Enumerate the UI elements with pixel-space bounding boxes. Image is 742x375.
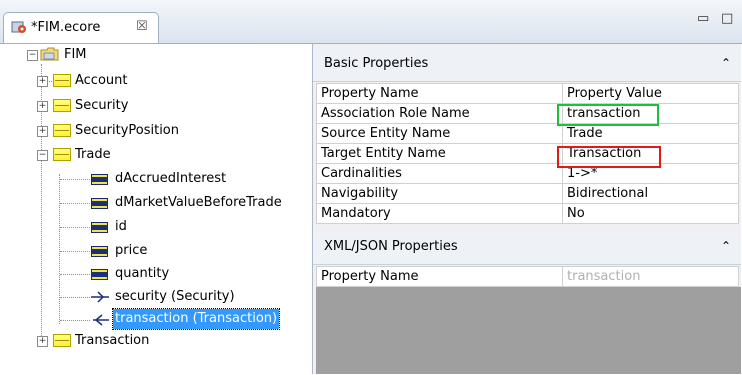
tree-item-label: security (Security) <box>115 289 235 304</box>
tree-item-transaction-reference[interactable]: transaction (Transaction) <box>0 308 305 331</box>
attribute-icon <box>91 222 108 233</box>
property-name: Navigability <box>316 183 563 204</box>
class-icon <box>53 148 71 161</box>
tree-item-daccruedinterest[interactable]: dAccruedInterest <box>0 168 305 190</box>
properties-panel: Basic Properties ⌃ Property Name Propert… <box>313 44 741 374</box>
ecore-tree: − FIM + Account + Security + SecurityPos… <box>0 44 312 374</box>
package-icon <box>40 47 59 61</box>
minimize-icon[interactable]: ▭ <box>697 11 709 26</box>
table-row[interactable]: Mandatory No <box>316 203 739 224</box>
tree-item-label: quantity <box>115 266 170 281</box>
attribute-icon <box>91 198 108 209</box>
collapse-toggle-icon[interactable]: − <box>27 50 38 61</box>
tree-item-securityposition[interactable]: + SecurityPosition <box>0 120 300 142</box>
basic-properties-table: Property Name Property Value Association… <box>316 83 739 224</box>
tree-item-label: price <box>115 243 148 258</box>
tree-item-label: dAccruedInterest <box>115 171 227 186</box>
ecore-file-icon <box>11 21 26 33</box>
tree-item-label: Security <box>75 98 129 113</box>
property-value[interactable]: transaction <box>562 266 739 287</box>
expand-toggle-icon[interactable]: + <box>37 126 48 137</box>
property-name: Association Role Name <box>316 103 563 124</box>
tree-item-quantity[interactable]: quantity <box>0 263 305 285</box>
attribute-icon <box>91 269 108 280</box>
class-icon <box>53 334 71 347</box>
class-icon <box>53 74 71 87</box>
tree-item-dmarketvaluebeforetrade[interactable]: dMarketValueBeforeTrade <box>0 192 305 214</box>
tree-item-transaction[interactable]: + Transaction <box>0 330 300 352</box>
tree-item-id[interactable]: id <box>0 216 305 238</box>
tree-item-label: Account <box>75 73 128 88</box>
collapse-toggle-icon[interactable]: − <box>37 150 48 161</box>
tree-item-trade[interactable]: − Trade <box>0 144 300 166</box>
expand-toggle-icon[interactable]: + <box>37 336 48 347</box>
tree-item-price[interactable]: price <box>0 240 305 262</box>
basic-properties-header[interactable]: Basic Properties ⌃ <box>313 47 741 82</box>
property-name: Property Name <box>316 266 563 287</box>
tree-item-label: id <box>115 219 127 234</box>
class-icon <box>53 99 71 112</box>
table-row[interactable]: Cardinalities 1->* <box>316 163 739 184</box>
property-name: Cardinalities <box>316 163 563 184</box>
table-row[interactable]: Source Entity Name Trade <box>316 123 739 144</box>
table-header-row: Property Name Property Value <box>316 83 739 104</box>
property-name: Mandatory <box>316 203 563 224</box>
column-header: Property Name <box>316 83 563 104</box>
tree-item-label: transaction (Transaction) <box>111 308 281 330</box>
reference-out-icon <box>91 291 109 303</box>
class-icon <box>53 124 71 137</box>
property-name: Source Entity Name <box>316 123 563 144</box>
tree-item-label: Trade <box>75 147 111 162</box>
tree-item-account[interactable]: + Account <box>0 70 300 92</box>
tab-title: *FIM.ecore <box>31 20 101 35</box>
property-name: Target Entity Name <box>316 143 563 164</box>
xml-json-properties-header[interactable]: XML/JSON Properties ⌃ <box>313 230 741 265</box>
maximize-icon[interactable]: □ <box>721 11 733 26</box>
property-value[interactable]: Bidirectional <box>562 183 739 204</box>
tree-item-security[interactable]: + Security <box>0 95 300 117</box>
attribute-icon <box>91 246 108 257</box>
xml-json-properties-table: Property Name transaction <box>316 266 739 287</box>
table-row[interactable]: Navigability Bidirectional <box>316 183 739 204</box>
highlight-box-green <box>557 104 659 126</box>
tree-item-label: Transaction <box>75 333 150 348</box>
table-row[interactable]: Target Entity Name Transaction <box>316 143 739 164</box>
tree-item-fim[interactable]: − FIM <box>0 44 300 66</box>
expand-toggle-icon[interactable]: + <box>37 76 48 87</box>
highlight-box-red <box>557 146 661 168</box>
close-icon[interactable]: ☒ <box>136 19 148 34</box>
section-title: XML/JSON Properties <box>324 239 458 254</box>
tree-item-label: SecurityPosition <box>75 123 179 138</box>
tree-item-security-reference[interactable]: security (Security) <box>0 286 305 308</box>
editor-tab-bar: *FIM.ecore ☒ ▭ □ <box>0 0 742 44</box>
empty-panel-area <box>316 287 741 374</box>
reference-in-icon <box>93 314 109 326</box>
tab-fim-ecore[interactable]: *FIM.ecore ☒ <box>3 12 159 43</box>
property-value[interactable]: No <box>562 203 739 224</box>
property-value[interactable]: Trade <box>562 123 739 144</box>
tree-item-label: dMarketValueBeforeTrade <box>115 195 282 210</box>
tree-item-label: FIM <box>64 47 87 62</box>
attribute-icon <box>91 174 108 185</box>
table-row[interactable]: Association Role Name transaction <box>316 103 739 124</box>
column-header: Property Value <box>562 83 739 104</box>
section-title: Basic Properties <box>324 56 429 71</box>
collapse-section-icon[interactable]: ⌃ <box>721 56 731 70</box>
collapse-section-icon[interactable]: ⌃ <box>721 239 731 253</box>
expand-toggle-icon[interactable]: + <box>37 101 48 112</box>
table-row[interactable]: Property Name transaction <box>316 266 739 287</box>
